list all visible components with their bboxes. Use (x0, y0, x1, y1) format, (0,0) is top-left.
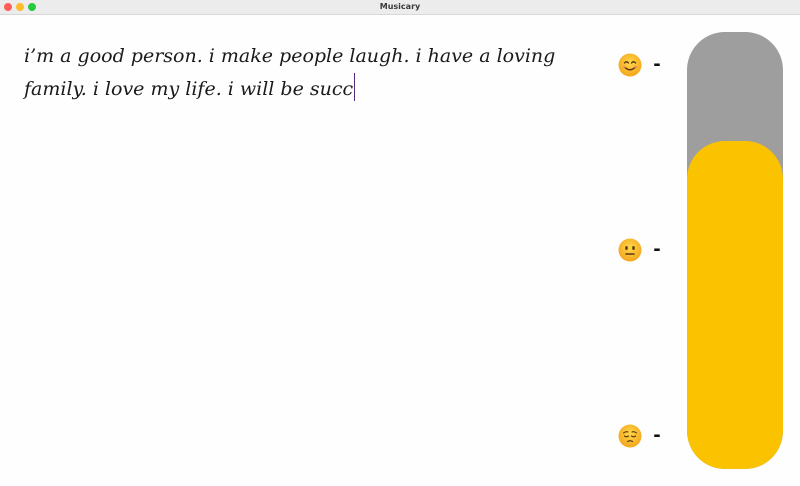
smiling-face-icon (618, 53, 642, 77)
pensive-face-icon (618, 424, 642, 448)
title-bar: Musicary (0, 0, 800, 15)
mood-level-marker: - (653, 425, 661, 446)
mood-level-sad: - (618, 424, 668, 450)
journal-text: i’m a good person. i make people laugh. … (24, 45, 556, 100)
mood-meter[interactable] (687, 32, 783, 469)
window-title: Musicary (379, 2, 421, 11)
mood-level-happy: - (618, 53, 668, 79)
mood-meter-fill (687, 141, 783, 469)
mood-level-neutral: - (618, 238, 668, 264)
text-caret (354, 73, 356, 101)
neutral-face-icon (618, 238, 642, 262)
mood-level-marker: - (653, 54, 661, 75)
journal-text-editor[interactable]: i’m a good person. i make people laugh. … (24, 40, 594, 106)
app-window: Musicary i’m a good person. i make peopl… (0, 0, 800, 486)
mood-level-marker: - (653, 239, 661, 260)
